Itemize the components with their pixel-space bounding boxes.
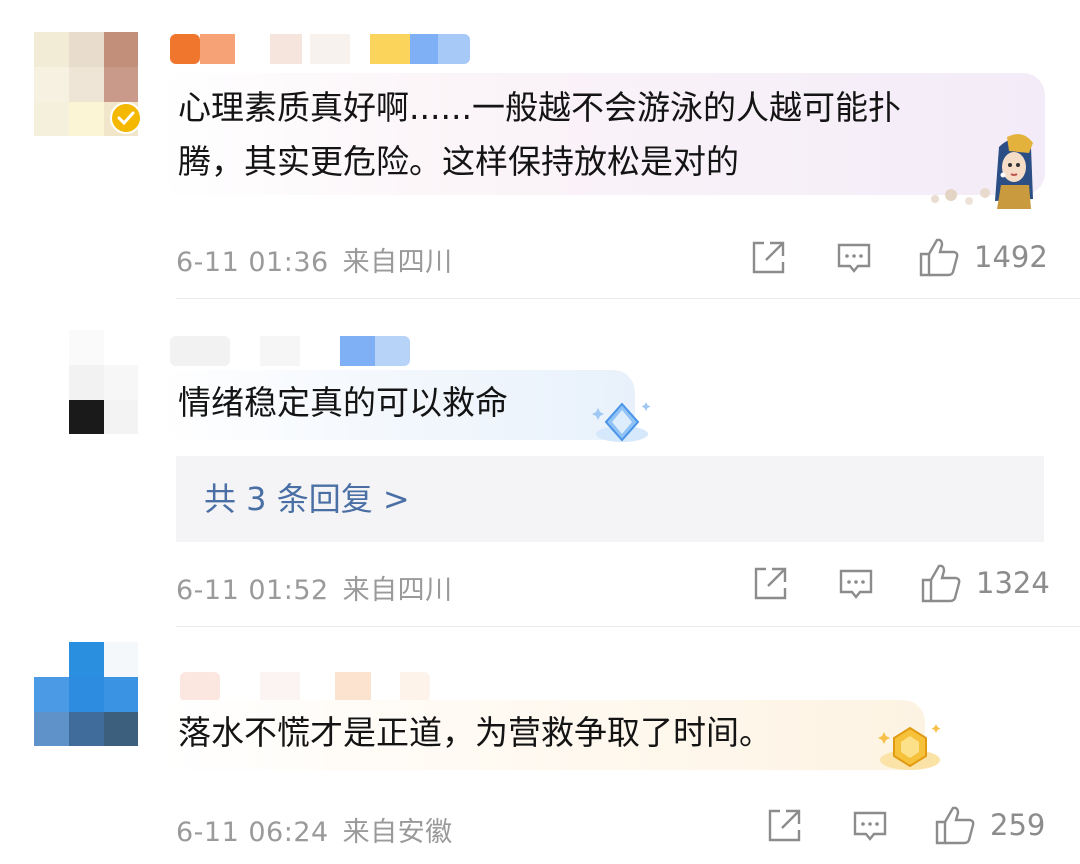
thumbs-up-icon[interactable]	[934, 804, 976, 846]
thumbs-up-icon[interactable]	[918, 236, 960, 278]
replies-label: 共 3 条回复 >	[204, 480, 410, 518]
comment-meta: 6-11 06:24 来自安徽	[176, 810, 453, 849]
location: 来自四川	[342, 575, 453, 606]
username-blurred[interactable]	[170, 336, 410, 366]
timestamp: 6-11 01:36	[176, 247, 329, 278]
like-count: 1324	[976, 566, 1050, 600]
comment-bubble[interactable]: 心理素质真好啊......一般越不会游泳的人越可能扑 腾，其实更危险。这样保持放…	[160, 73, 1045, 209]
share-icon[interactable]	[752, 566, 788, 602]
location: 来自四川	[342, 247, 453, 278]
comment-icon[interactable]	[838, 566, 874, 602]
view-replies-link[interactable]: 共 3 条回复 >	[176, 456, 1044, 542]
divider	[176, 626, 1080, 627]
comment-text: 心理素质真好啊......一般越不会游泳的人越可能扑 腾，其实更危险。这样保持放…	[178, 88, 901, 181]
comment-meta: 6-11 01:52 来自四川	[176, 568, 453, 607]
comment-text: 情绪稳定真的可以救命	[178, 383, 508, 422]
divider	[176, 298, 1080, 299]
timestamp: 6-11 01:52	[176, 575, 329, 606]
like-count: 1492	[974, 240, 1048, 274]
comment-bubble[interactable]: 落水不慌才是正道，为营救争取了时间。	[160, 700, 925, 770]
username-blurred[interactable]	[170, 34, 470, 64]
verified-badge-icon	[110, 102, 142, 134]
avatar[interactable]	[34, 642, 138, 746]
comment-icon[interactable]	[852, 808, 888, 844]
comment-bubble[interactable]: 情绪稳定真的可以救命	[160, 370, 635, 440]
username-blurred[interactable]	[170, 672, 430, 702]
comment-item: 心理素质真好啊......一般越不会游泳的人越可能扑 腾，其实更危险。这样保持放…	[0, 0, 1080, 300]
timestamp: 6-11 06:24	[176, 817, 329, 848]
comment-meta: 6-11 01:36 来自四川	[176, 240, 453, 279]
location: 来自安徽	[342, 817, 453, 848]
comment-icon[interactable]	[836, 240, 872, 276]
comment-item: 落水不慌才是正道，为营救争取了时间。 6-11 06:24 来自安徽 259	[0, 630, 1080, 864]
share-icon[interactable]	[766, 808, 802, 844]
share-icon[interactable]	[750, 240, 786, 276]
like-count: 259	[990, 808, 1046, 842]
comment-item: 情绪稳定真的可以救命 共 3 条回复 > 6-11 01:52 来自四川 1324	[0, 300, 1080, 630]
thumbs-up-icon[interactable]	[920, 562, 962, 604]
avatar[interactable]	[34, 330, 138, 434]
comment-text: 落水不慌才是正道，为营救争取了时间。	[178, 713, 772, 752]
